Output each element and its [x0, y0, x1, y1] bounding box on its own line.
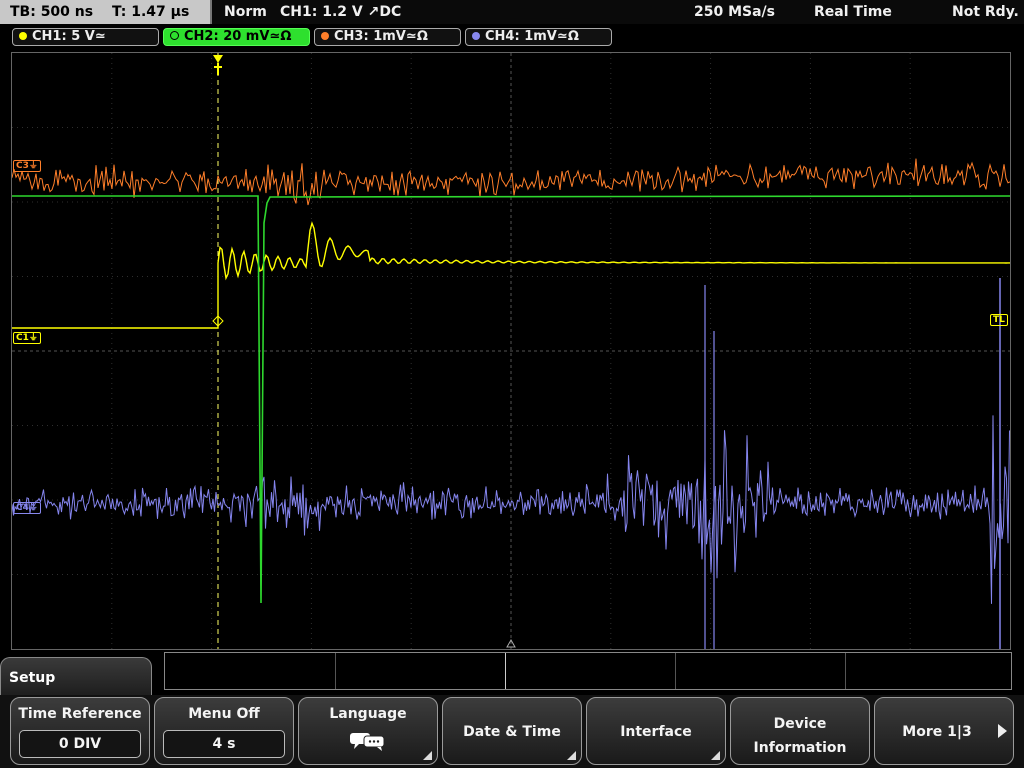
channel-tab-ch4[interactable]: CH4: 1mV≃Ω [465, 28, 612, 46]
ch4-ground-marker[interactable]: C4⏚ [13, 502, 41, 514]
trigger-mode[interactable]: Norm [224, 0, 267, 24]
status-bar: TB: 500 ns T: 1.47 µs Norm CH1: 1.2 V ↗D… [0, 0, 1024, 24]
timebase-box[interactable]: TB: 500 ns T: 1.47 µs [0, 0, 212, 24]
submenu-indicator-icon [567, 751, 576, 760]
ch2-label: CH2: 20 mV≃Ω [184, 29, 292, 44]
submenu-indicator-icon [711, 751, 720, 760]
more-button[interactable]: More 1|3 [874, 697, 1014, 765]
trigger-time-value: T: 1.47 µs [111, 4, 190, 20]
more-label: More 1|3 [902, 724, 972, 740]
ch1-dot-icon [19, 31, 27, 40]
right-arrow-icon [998, 724, 1007, 738]
ch4-dot-icon [472, 31, 480, 40]
waveform-svg [12, 53, 1010, 649]
run-state: Not Rdy. [952, 4, 1019, 20]
overview-division [675, 653, 676, 689]
overview-division [505, 653, 506, 689]
ch3-label: CH3: 1mV≃Ω [334, 29, 428, 44]
channel-tab-ch2[interactable]: CH2: 20 mV≃Ω [163, 28, 310, 46]
language-label: Language [329, 706, 407, 722]
trigger-setting[interactable]: CH1: 1.2 V ↗DC [280, 0, 401, 24]
ch3-ground-marker[interactable]: C3⏚ [13, 160, 41, 172]
sample-rate: 250 MSa/s [694, 4, 776, 20]
acquisition-mode: Real Time [814, 4, 892, 20]
menu-off-label: Menu Off [188, 706, 260, 722]
trigger-position-icon [213, 55, 223, 63]
interface-label: Interface [620, 724, 692, 740]
ch1-ground-marker[interactable]: C1⏚ [13, 332, 41, 344]
speech-bubbles-icon [350, 733, 385, 751]
ch4-label: CH4: 1mV≃Ω [485, 29, 579, 44]
overview-strip [164, 652, 1012, 690]
submenu-indicator-icon [423, 751, 432, 760]
date-time-label: Date & Time [463, 724, 561, 740]
time-reference-label: Time Reference [18, 706, 142, 722]
timebase-value: TB: 500 ns [10, 4, 94, 20]
ch1-label: CH1: 5 V≃ [32, 29, 106, 44]
language-button[interactable]: Language [298, 697, 438, 765]
device-information-button[interactable]: Device Information [730, 697, 870, 765]
channel-tab-ch1[interactable]: CH1: 5 V≃ [12, 28, 159, 46]
menu-off-value: 4 s [163, 730, 285, 758]
interface-button[interactable]: Interface [586, 697, 726, 765]
menu-off-button[interactable]: Menu Off 4 s [154, 697, 294, 765]
menu-title-tab: Setup [0, 657, 152, 697]
ch2-dot-icon [170, 31, 179, 40]
date-time-button[interactable]: Date & Time [442, 697, 582, 765]
overview-division [335, 653, 336, 689]
waveform-display[interactable]: C3⏚ C1⏚ C4⏚ TL [11, 52, 1011, 650]
channel-tab-ch3[interactable]: CH3: 1mV≃Ω [314, 28, 461, 46]
time-reference-button[interactable]: Time Reference 0 DIV [10, 697, 150, 765]
grid [12, 53, 1010, 649]
overview-division [845, 653, 846, 689]
device-information-label: Device Information [753, 716, 847, 756]
trigger-level-marker[interactable]: TL [990, 314, 1008, 326]
time-reference-value: 0 DIV [19, 730, 141, 758]
ch3-dot-icon [321, 31, 329, 40]
